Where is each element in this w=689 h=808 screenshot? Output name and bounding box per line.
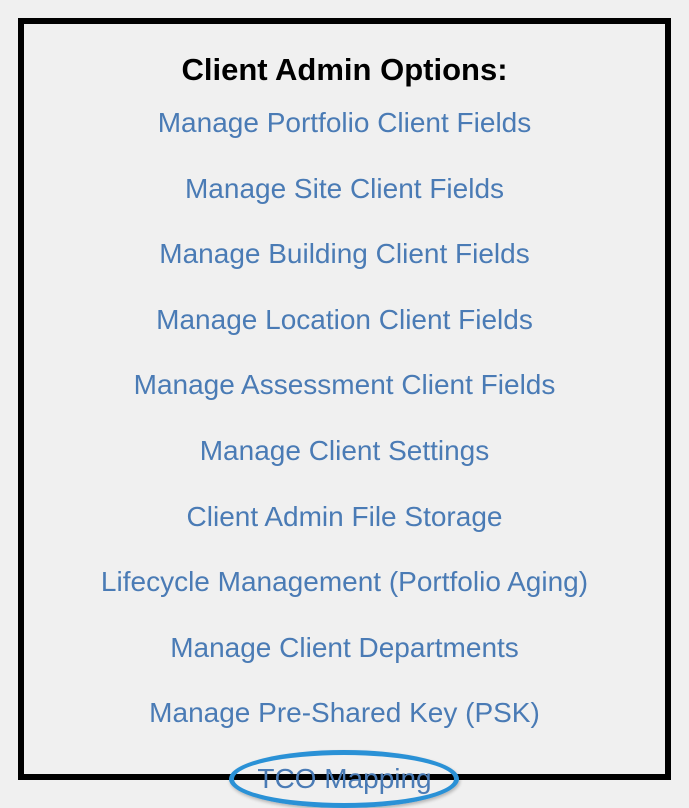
option-manage-pre-shared-key[interactable]: Manage Pre-Shared Key (PSK) [149,696,540,730]
option-manage-building-client-fields[interactable]: Manage Building Client Fields [159,237,529,271]
option-client-admin-file-storage[interactable]: Client Admin File Storage [187,500,503,534]
option-tco-mapping[interactable]: TCO Mapping [257,763,431,794]
option-manage-site-client-fields[interactable]: Manage Site Client Fields [185,172,504,206]
highlighted-option-wrap: TCO Mapping [257,762,431,796]
option-manage-portfolio-client-fields[interactable]: Manage Portfolio Client Fields [158,106,532,140]
option-manage-location-client-fields[interactable]: Manage Location Client Fields [156,303,533,337]
option-list: Manage Portfolio Client Fields Manage Si… [36,106,653,796]
panel-heading: Client Admin Options: [181,52,507,88]
option-lifecycle-management[interactable]: Lifecycle Management (Portfolio Aging) [101,565,588,599]
option-manage-client-departments[interactable]: Manage Client Departments [170,631,519,665]
client-admin-options-panel: Client Admin Options: Manage Portfolio C… [18,18,671,780]
option-manage-client-settings[interactable]: Manage Client Settings [200,434,490,468]
option-manage-assessment-client-fields[interactable]: Manage Assessment Client Fields [134,368,556,402]
